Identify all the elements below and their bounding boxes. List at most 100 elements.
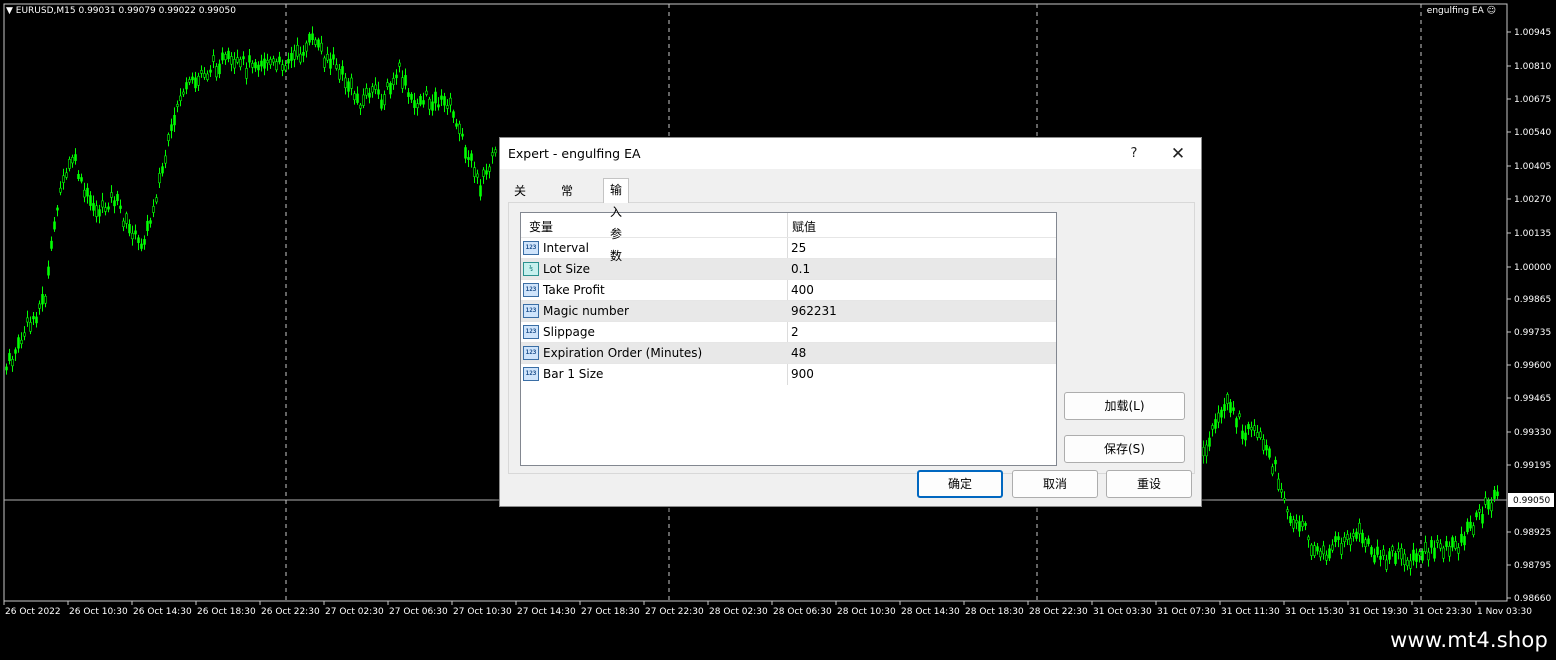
candle-body <box>410 93 413 100</box>
parameter-value[interactable]: 0.1 <box>791 262 810 276</box>
candle-body <box>1358 522 1361 535</box>
parameter-row[interactable]: ½ Lot Size 0.1 <box>521 258 1056 279</box>
candle-body <box>335 64 338 69</box>
candle-body <box>1436 539 1439 543</box>
candle-body <box>80 177 83 182</box>
price-axis-label: 0.99865 <box>1514 295 1551 305</box>
close-button[interactable]: ✕ <box>1163 142 1193 166</box>
column-header-value[interactable]: 赋值 <box>792 218 816 235</box>
candle-body <box>1331 544 1334 551</box>
parameter-name: Interval <box>543 241 589 255</box>
candle-body <box>1217 412 1220 423</box>
double-icon: ½ <box>523 262 539 276</box>
time-axis-label: 26 Oct 14:30 <box>133 607 192 617</box>
load-button[interactable]: 加载(L) <box>1064 392 1185 420</box>
dialog-titlebar[interactable]: Expert - engulfing EA ? ✕ <box>500 138 1201 169</box>
candle-body <box>425 90 428 95</box>
candle-body <box>83 189 86 198</box>
time-axis-label: 31 Oct 03:30 <box>1093 607 1152 617</box>
candle-body <box>56 207 59 211</box>
candle-body <box>1346 534 1349 540</box>
tab-inputs[interactable]: 输入参数 <box>603 178 630 263</box>
parameter-row[interactable]: 123 Take Profit 400 <box>521 279 1056 300</box>
time-axis-label: 27 Oct 06:30 <box>389 607 448 617</box>
candle-body <box>191 76 194 81</box>
candle-body <box>377 89 380 95</box>
time-axis-label: 26 Oct 22:30 <box>261 607 320 617</box>
parameter-row[interactable]: 123 Interval 25 <box>521 237 1056 258</box>
candle-body <box>329 58 332 69</box>
help-button[interactable]: ? <box>1120 142 1148 166</box>
candle-body <box>146 220 149 232</box>
candle-body <box>209 69 212 73</box>
candle-body <box>1301 520 1304 527</box>
candle-body <box>476 173 479 178</box>
candle-body <box>308 33 311 43</box>
candle-body <box>320 42 323 52</box>
parameter-value[interactable]: 25 <box>791 241 806 255</box>
candle-body <box>38 303 41 309</box>
candle-body <box>1409 560 1412 569</box>
candle-body <box>1283 497 1286 501</box>
ok-button[interactable]: 确定 <box>917 470 1003 498</box>
candle-body <box>359 104 362 109</box>
parameter-row[interactable]: 123 Bar 1 Size 900 <box>521 363 1056 384</box>
parameter-value[interactable]: 2 <box>791 325 799 339</box>
candle-body <box>407 92 410 97</box>
int-icon: 123 <box>523 304 539 318</box>
candle-body <box>68 159 71 169</box>
candle-body <box>287 59 290 64</box>
candle-body <box>1439 543 1442 549</box>
parameter-value[interactable]: 48 <box>791 346 806 360</box>
time-axis-label: 26 Oct 2022 <box>5 607 61 617</box>
candle-body <box>1421 551 1424 561</box>
candle-body <box>422 100 425 105</box>
candle-body <box>437 104 440 108</box>
candle-body <box>281 64 284 71</box>
candle-body <box>155 197 158 203</box>
candle-body <box>299 53 302 63</box>
parameter-value[interactable]: 962231 <box>791 304 837 318</box>
candle-body <box>1214 419 1217 429</box>
candle-body <box>1448 545 1451 557</box>
candle-body <box>1364 539 1367 547</box>
cancel-button[interactable]: 取消 <box>1012 470 1098 498</box>
candle-body <box>1247 424 1250 430</box>
candle-body <box>374 84 377 90</box>
candle-body <box>92 203 95 211</box>
parameter-row[interactable]: 123 Magic number 962231 <box>521 300 1056 321</box>
candle-body <box>98 209 101 217</box>
time-axis-label: 31 Oct 11:30 <box>1221 607 1280 617</box>
candle-body <box>1349 537 1352 546</box>
candle-body <box>467 157 470 160</box>
candle-body <box>1328 548 1331 559</box>
parameter-row[interactable]: 123 Slippage 2 <box>521 321 1056 342</box>
candle-body <box>59 187 62 193</box>
candle-body <box>1367 538 1370 545</box>
price-axis-label: 0.99600 <box>1514 361 1551 371</box>
candle-body <box>338 69 341 80</box>
candle-body <box>104 207 107 212</box>
candle-body <box>113 200 116 207</box>
candle-body <box>14 349 17 354</box>
time-axis-label: 27 Oct 10:30 <box>453 607 512 617</box>
candle-body <box>449 97 452 106</box>
reset-button[interactable]: 重设 <box>1106 470 1192 498</box>
tab-about[interactable]: 关于 <box>508 180 532 220</box>
candle-body <box>254 62 257 69</box>
parameter-value[interactable]: 400 <box>791 283 814 297</box>
price-axis-label: 0.99195 <box>1514 461 1551 471</box>
candle-body <box>1370 547 1373 555</box>
candle-body <box>1484 497 1487 505</box>
candle-body <box>1208 437 1211 447</box>
parameters-grid[interactable]: 变量 赋值 123 Interval 25 ½ Lot Size 0.1 123 Take P… <box>520 212 1057 466</box>
candle-body <box>44 295 47 304</box>
expert-advisor-label[interactable]: engulfing EA ☺ <box>1427 6 1496 16</box>
tab-common[interactable]: 常用 <box>555 180 579 220</box>
parameter-value[interactable]: 900 <box>791 367 814 381</box>
save-button[interactable]: 保存(S) <box>1064 435 1185 463</box>
parameter-row[interactable]: 123 Expiration Order (Minutes) 48 <box>521 342 1056 363</box>
candle-body <box>1487 500 1490 510</box>
candle-body <box>443 96 446 106</box>
column-header-variable[interactable]: 变量 <box>529 218 553 235</box>
